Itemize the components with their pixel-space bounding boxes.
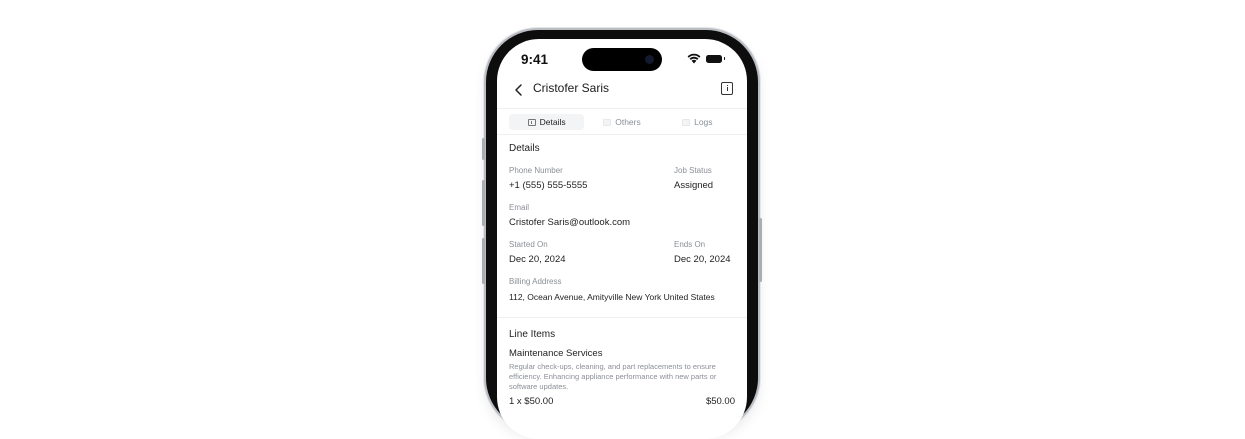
details-heading: Details [509, 143, 540, 154]
status-time: 9:41 [521, 52, 549, 67]
others-tab-icon [603, 118, 612, 126]
logs-tab-icon [682, 118, 691, 126]
line-item-quantity: 1 x $50.00 [509, 396, 554, 407]
ends-on-label: Ends On [674, 240, 706, 249]
nav-bar: Cristofer Saris [497, 79, 747, 107]
line-item-name: Maintenance Services [509, 348, 603, 359]
action-button [482, 138, 485, 160]
dynamic-island [582, 48, 662, 71]
ends-on-value: Dec 20, 2024 [674, 254, 731, 265]
camera-icon [645, 55, 654, 64]
tab-label: Logs [694, 117, 713, 127]
line-item-description: Regular check-ups, cleaning, and part re… [509, 362, 717, 391]
status-icons [687, 53, 725, 64]
email-label: Email [509, 203, 530, 212]
page-title: Cristofer Saris [533, 81, 610, 95]
tab-label: Details [539, 117, 566, 127]
line-item-total: $50.00 [705, 396, 735, 407]
battery-icon [706, 54, 725, 63]
chevron-left-icon[interactable] [512, 83, 526, 97]
info-icon[interactable] [721, 82, 733, 95]
tab-label: Others [615, 117, 641, 127]
tab-bar: Details Others Logs [509, 114, 735, 130]
volume-down-button [482, 238, 485, 284]
email-value: Cristofer Saris@outlook.com [509, 217, 631, 228]
power-button [759, 218, 762, 282]
tab-logs[interactable]: Logs [660, 114, 735, 130]
line-items-heading: Line Items [509, 329, 556, 340]
phone-label: Phone Number [509, 166, 563, 175]
phone-mockup: 9:41 Cristofer Saris Details Others Logs… [482, 30, 762, 439]
job-status-value: Assigned [674, 180, 714, 191]
started-on-value: Dec 20, 2024 [509, 254, 566, 265]
job-status-label: Job Status [674, 166, 712, 175]
divider [497, 134, 747, 135]
billing-address-value: 112, Ocean Avenue, Amityville New York U… [509, 292, 715, 302]
started-on-label: Started On [509, 240, 548, 249]
divider [497, 108, 747, 109]
tab-details[interactable]: Details [509, 114, 585, 130]
tab-others[interactable]: Others [584, 114, 659, 130]
document-icon [527, 118, 536, 126]
billing-address-label: Billing Address [509, 277, 562, 286]
divider [497, 317, 747, 318]
volume-up-button [482, 180, 485, 226]
phone-value: +1 (555) 555-5555 [509, 180, 588, 191]
phone-screen: 9:41 Cristofer Saris Details Others Logs… [497, 39, 747, 439]
wifi-icon [687, 53, 701, 64]
